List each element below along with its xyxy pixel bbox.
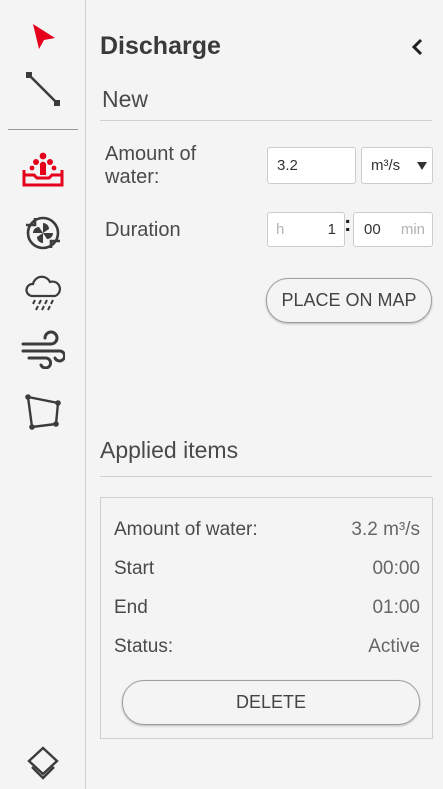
line-segment-icon (26, 72, 60, 106)
collapse-panel-button[interactable] (405, 34, 429, 60)
start-label: Start (114, 558, 155, 579)
layers-icon (27, 746, 59, 780)
polygon-icon (25, 394, 61, 430)
hours-placeholder: h (276, 221, 285, 238)
layers-tool[interactable] (20, 740, 66, 786)
place-on-map-button[interactable]: PLACE ON MAP (266, 278, 432, 323)
rain-cloud-icon (25, 275, 62, 311)
unit-selected-value: m³/s (371, 157, 401, 174)
pump-tool[interactable] (20, 210, 66, 256)
line-tool[interactable] (20, 66, 66, 112)
tool-sidebar (0, 0, 86, 789)
amount-of-water-label: Amount of water: (105, 143, 197, 188)
time-separator: : (344, 211, 352, 236)
pointer-arrow-icon (33, 24, 55, 49)
wind-icon (21, 330, 65, 369)
minutes-value: 00 (364, 221, 381, 238)
applied-item-card: Amount of water: 3.2 m³/s Start 00:00 En… (100, 497, 433, 739)
end-value: 01:00 (372, 597, 420, 618)
minutes-placeholder: min (400, 221, 425, 238)
panel-title: Discharge (100, 32, 221, 60)
delete-button[interactable]: DELETE (122, 680, 420, 725)
discharge-fountain-icon (22, 152, 64, 187)
new-section-divider (100, 120, 432, 121)
pump-fan-icon (26, 216, 60, 250)
duration-hours-input[interactable]: h 1 (267, 212, 345, 247)
status-value: Active (368, 636, 420, 657)
applied-items-divider (100, 476, 432, 477)
unit-select[interactable]: m³/s (361, 147, 433, 184)
dropdown-arrow-icon (417, 161, 427, 170)
amount-row: Amount of water: 3.2 m³/s (114, 519, 420, 541)
status-label: Status: (114, 636, 174, 657)
start-row: Start 00:00 (114, 558, 420, 580)
new-section-title: New (102, 86, 149, 112)
start-value: 00:00 (372, 558, 420, 579)
applied-items-title: Applied items (100, 437, 239, 463)
chevron-left-icon (411, 38, 423, 56)
select-pointer-tool[interactable] (20, 13, 66, 59)
discharge-panel: Discharge New Amount of water: 3.2 m³/s … (87, 0, 443, 789)
end-row: End 01:00 (114, 597, 420, 619)
rain-tool[interactable] (20, 269, 66, 315)
amount-of-water-input[interactable]: 3.2 (267, 147, 356, 184)
duration-minutes-input[interactable]: 00 min (353, 212, 433, 247)
amount-value: 3.2 m³/s (351, 519, 420, 540)
discharge-tool[interactable] (20, 147, 66, 193)
wind-tool[interactable] (20, 326, 66, 372)
end-label: End (114, 597, 148, 618)
hours-value: 1 (327, 221, 336, 238)
status-row: Status: Active (114, 636, 420, 658)
amount-of-water-value: 3.2 (277, 157, 298, 174)
duration-label: Duration (105, 219, 181, 241)
amount-label: Amount of water: (114, 519, 258, 540)
toolbar-divider (8, 129, 78, 130)
polygon-tool[interactable] (20, 387, 66, 433)
